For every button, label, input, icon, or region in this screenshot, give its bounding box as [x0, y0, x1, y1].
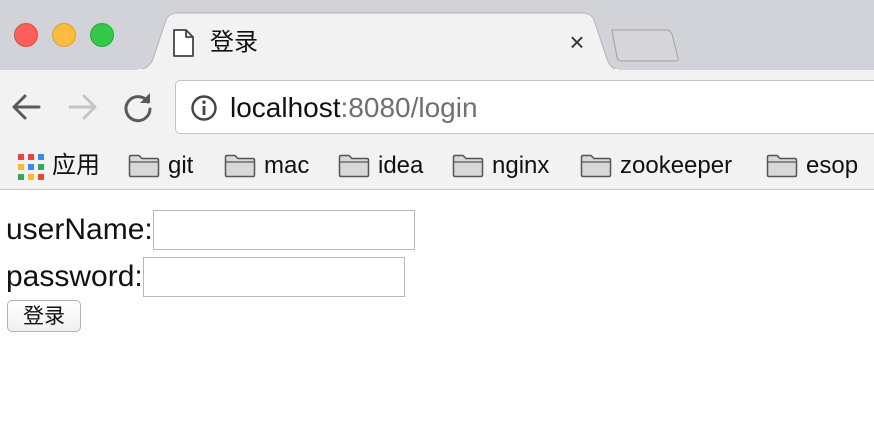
folder-icon — [338, 154, 370, 178]
bookmark-esop[interactable]: esop — [766, 148, 858, 184]
bookmark-zookeeper[interactable]: zookeeper — [580, 148, 732, 184]
navigation-toolbar: localhost:8080/login — [0, 70, 874, 142]
folder-icon — [128, 154, 160, 178]
window-maximize-button[interactable] — [90, 23, 114, 47]
apps-grid-icon — [16, 152, 44, 180]
page-content: userName: password: 登录 — [0, 190, 874, 428]
bookmark-mac[interactable]: mac — [224, 148, 309, 184]
document-icon — [173, 29, 194, 57]
password-input[interactable] — [142, 257, 405, 297]
window-close-button[interactable] — [14, 23, 38, 47]
folder-icon — [580, 154, 612, 178]
bookmark-apps[interactable]: 应用 — [16, 148, 100, 184]
url-text[interactable]: localhost:8080/login — [230, 91, 478, 125]
username-input[interactable] — [152, 210, 415, 250]
bookmarks-bar: 应用 git mac idea nginx zookeeper esop — [0, 142, 874, 190]
bookmark-label: nginx — [492, 152, 550, 179]
password-label: password: — [6, 260, 143, 293]
arrow-right-icon[interactable] — [66, 90, 100, 124]
login-submit-button[interactable]: 登录 — [7, 300, 81, 332]
folder-icon — [452, 154, 484, 178]
tab-login[interactable]: 登录 × — [136, 12, 620, 72]
new-tab-button[interactable] — [610, 28, 680, 62]
bookmark-git[interactable]: git — [128, 148, 193, 184]
bookmark-label: git — [168, 152, 194, 179]
folder-icon — [766, 154, 798, 178]
bookmark-label: zookeeper — [620, 152, 733, 179]
bookmark-label: idea — [378, 152, 424, 179]
username-row: userName: — [6, 210, 415, 250]
bookmark-label: 应用 — [52, 152, 100, 179]
bookmark-label: esop — [806, 152, 859, 179]
bookmark-idea[interactable]: idea — [338, 148, 423, 184]
folder-icon — [224, 154, 256, 178]
arrow-left-icon[interactable] — [9, 90, 43, 124]
browser-chrome: 登录 × localhost:8080/login 应用 git mac ide… — [0, 0, 874, 190]
info-circle-icon[interactable] — [190, 94, 218, 122]
window-minimize-button[interactable] — [52, 23, 76, 47]
username-label: userName: — [6, 213, 153, 246]
reload-icon[interactable] — [121, 90, 155, 124]
tab-title: 登录 — [210, 29, 258, 56]
url-path: :8080/login — [340, 92, 478, 123]
bookmark-label: mac — [264, 152, 310, 179]
tab-strip: 登录 × — [0, 0, 874, 72]
tab-shape — [136, 12, 620, 72]
window-controls — [14, 23, 114, 47]
address-bar[interactable]: localhost:8080/login — [175, 80, 874, 134]
tab-close-icon[interactable]: × — [564, 29, 590, 55]
url-host: localhost — [230, 92, 341, 123]
password-row: password: — [6, 257, 405, 297]
bookmark-nginx[interactable]: nginx — [452, 148, 549, 184]
